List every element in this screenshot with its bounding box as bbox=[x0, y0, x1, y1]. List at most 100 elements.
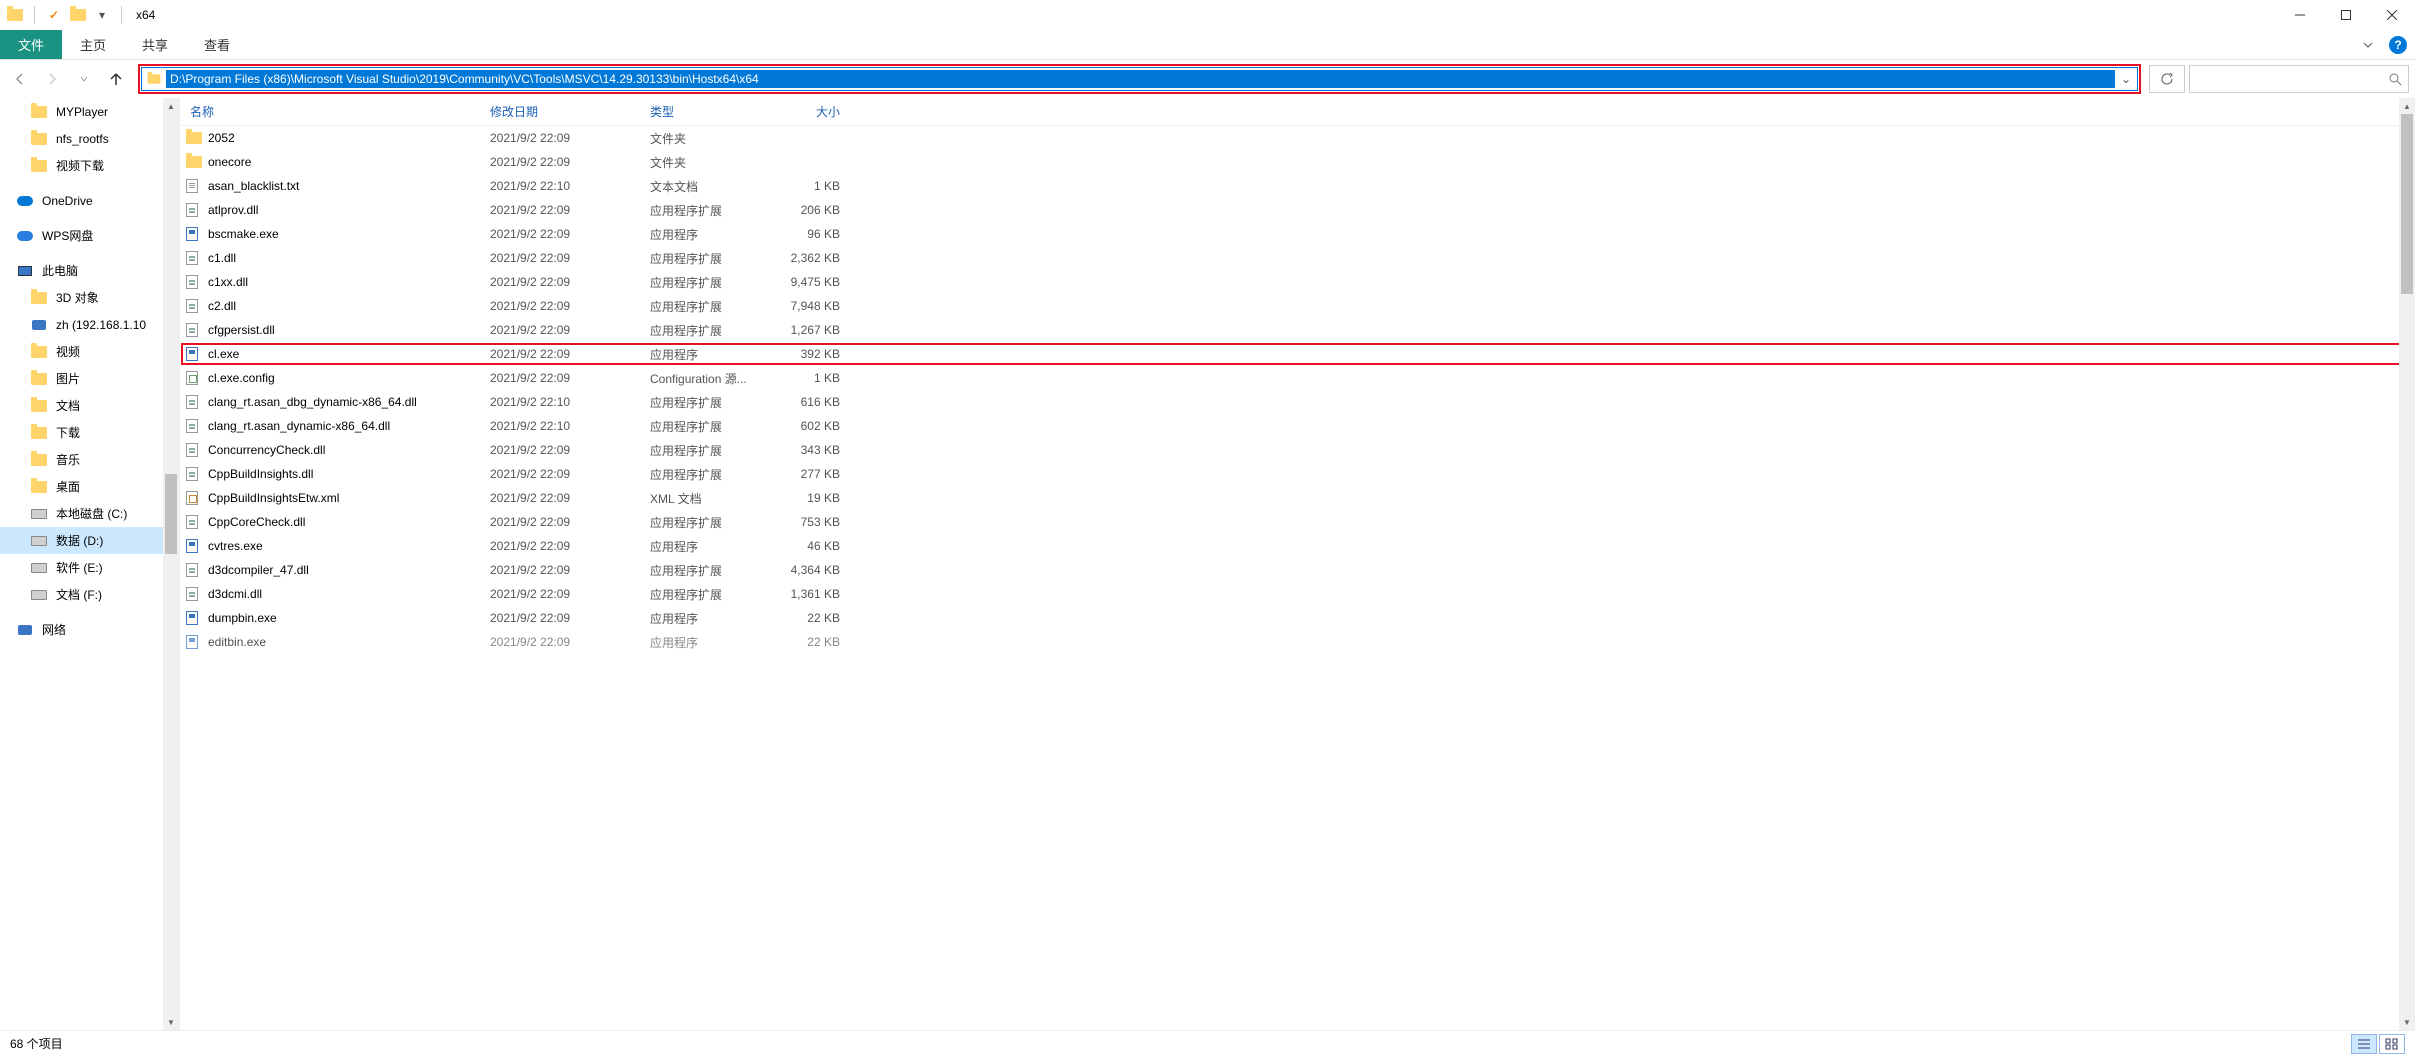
tree-item[interactable]: nfs_rootfs bbox=[0, 125, 179, 152]
tree-label: 图片 bbox=[56, 370, 80, 387]
address-bar[interactable]: D:\Program Files (x86)\Microsoft Visual … bbox=[141, 67, 2138, 91]
file-type: 应用程序扩展 bbox=[640, 418, 780, 435]
col-size[interactable]: 大小 bbox=[780, 103, 860, 120]
maximize-button[interactable] bbox=[2323, 0, 2369, 30]
up-button[interactable] bbox=[102, 65, 130, 93]
tree-scrollbar[interactable]: ▲ ▼ bbox=[163, 98, 179, 1030]
file-type: 文件夹 bbox=[640, 154, 780, 171]
col-name[interactable]: 名称 bbox=[180, 103, 480, 120]
file-row[interactable]: clang_rt.asan_dynamic-x86_64.dll2021/9/2… bbox=[180, 414, 2415, 438]
tree-item[interactable]: 文档 bbox=[0, 392, 179, 419]
file-date: 2021/9/2 22:09 bbox=[480, 323, 640, 337]
file-date: 2021/9/2 22:09 bbox=[480, 275, 640, 289]
search-input[interactable] bbox=[2189, 65, 2409, 93]
xml-icon bbox=[180, 491, 206, 505]
file-type: 应用程序扩展 bbox=[640, 202, 780, 219]
file-tab[interactable]: 文件 bbox=[0, 30, 62, 59]
address-path[interactable]: D:\Program Files (x86)\Microsoft Visual … bbox=[166, 70, 2115, 88]
tab-share[interactable]: 共享 bbox=[124, 30, 186, 59]
file-type: 应用程序扩展 bbox=[640, 442, 780, 459]
window-title: x64 bbox=[132, 8, 155, 22]
help-button[interactable]: ? bbox=[2389, 36, 2407, 54]
address-bar-highlight: D:\Program Files (x86)\Microsoft Visual … bbox=[138, 64, 2141, 94]
file-scrollbar[interactable]: ▲ ▼ bbox=[2399, 98, 2415, 1030]
file-date: 2021/9/2 22:10 bbox=[480, 419, 640, 433]
file-row[interactable]: CppCoreCheck.dll2021/9/2 22:09应用程序扩展753 … bbox=[180, 510, 2415, 534]
tree-item[interactable]: 视频 bbox=[0, 338, 179, 365]
minimize-button[interactable] bbox=[2277, 0, 2323, 30]
scroll-down-icon[interactable]: ▼ bbox=[163, 1014, 179, 1030]
file-row[interactable]: editbin.exe2021/9/2 22:09应用程序22 KB bbox=[180, 630, 2415, 654]
back-button[interactable] bbox=[6, 65, 34, 93]
recent-dropdown[interactable] bbox=[70, 65, 98, 93]
tree-item[interactable]: MYPlayer bbox=[0, 98, 179, 125]
folder-icon bbox=[30, 344, 48, 360]
scroll-thumb[interactable] bbox=[165, 474, 177, 554]
file-row[interactable]: c1.dll2021/9/2 22:09应用程序扩展2,362 KB bbox=[180, 246, 2415, 270]
folder-icon bbox=[30, 104, 48, 120]
file-size: 22 KB bbox=[780, 611, 860, 625]
details-view-button[interactable] bbox=[2351, 1034, 2377, 1054]
tree-label: 本地磁盘 (C:) bbox=[56, 505, 127, 522]
tab-view[interactable]: 查看 bbox=[186, 30, 248, 59]
file-date: 2021/9/2 22:09 bbox=[480, 491, 640, 505]
tree-item[interactable]: 本地磁盘 (C:) bbox=[0, 500, 179, 527]
tree-item[interactable]: 音乐 bbox=[0, 446, 179, 473]
file-row[interactable]: d3dcmi.dll2021/9/2 22:09应用程序扩展1,361 KB bbox=[180, 582, 2415, 606]
file-row[interactable]: onecore2021/9/2 22:09文件夹 bbox=[180, 150, 2415, 174]
scroll-up-icon[interactable]: ▲ bbox=[163, 98, 179, 114]
file-row[interactable]: dumpbin.exe2021/9/2 22:09应用程序22 KB bbox=[180, 606, 2415, 630]
file-size: 1,267 KB bbox=[780, 323, 860, 337]
scroll-thumb[interactable] bbox=[2401, 114, 2413, 294]
file-row[interactable]: clang_rt.asan_dbg_dynamic-x86_64.dll2021… bbox=[180, 390, 2415, 414]
icons-view-button[interactable] bbox=[2379, 1034, 2405, 1054]
onedrive-node[interactable]: OneDrive bbox=[0, 187, 179, 214]
qat-dropdown-icon[interactable]: ▾ bbox=[93, 6, 111, 24]
file-row[interactable]: bscmake.exe2021/9/2 22:09应用程序96 KB bbox=[180, 222, 2415, 246]
file-row[interactable]: atlprov.dll2021/9/2 22:09应用程序扩展206 KB bbox=[180, 198, 2415, 222]
folder-icon bbox=[30, 452, 48, 468]
file-row[interactable]: d3dcompiler_47.dll2021/9/2 22:09应用程序扩展4,… bbox=[180, 558, 2415, 582]
tree-item[interactable]: 3D 对象 bbox=[0, 284, 179, 311]
file-row[interactable]: cl.exe.config2021/9/2 22:09Configuration… bbox=[180, 366, 2415, 390]
tree-item[interactable]: 下载 bbox=[0, 419, 179, 446]
tab-home[interactable]: 主页 bbox=[62, 30, 124, 59]
file-row[interactable]: CppBuildInsightsEtw.xml2021/9/2 22:09XML… bbox=[180, 486, 2415, 510]
file-row[interactable]: cvtres.exe2021/9/2 22:09应用程序46 KB bbox=[180, 534, 2415, 558]
tree-item[interactable]: 数据 (D:) bbox=[0, 527, 179, 554]
forward-button[interactable] bbox=[38, 65, 66, 93]
close-button[interactable] bbox=[2369, 0, 2415, 30]
scroll-up-icon[interactable]: ▲ bbox=[2399, 98, 2415, 114]
refresh-button[interactable] bbox=[2149, 65, 2185, 93]
file-row[interactable]: c1xx.dll2021/9/2 22:09应用程序扩展9,475 KB bbox=[180, 270, 2415, 294]
file-row[interactable]: cfgpersist.dll2021/9/2 22:09应用程序扩展1,267 … bbox=[180, 318, 2415, 342]
file-row[interactable]: asan_blacklist.txt2021/9/2 22:10文本文档1 KB bbox=[180, 174, 2415, 198]
file-row[interactable]: cl.exe2021/9/2 22:09应用程序392 KB bbox=[180, 342, 2415, 366]
scroll-down-icon[interactable]: ▼ bbox=[2399, 1014, 2415, 1030]
column-headers[interactable]: 名称 修改日期 类型 大小 bbox=[180, 98, 2415, 126]
file-row[interactable]: 20522021/9/2 22:09文件夹 bbox=[180, 126, 2415, 150]
col-date[interactable]: 修改日期 bbox=[480, 103, 640, 120]
file-row[interactable]: c2.dll2021/9/2 22:09应用程序扩展7,948 KB bbox=[180, 294, 2415, 318]
file-rows[interactable]: 20522021/9/2 22:09文件夹onecore2021/9/2 22:… bbox=[180, 126, 2415, 1030]
tree-item[interactable]: 图片 bbox=[0, 365, 179, 392]
properties-icon[interactable]: ✓ bbox=[45, 6, 63, 24]
address-dropdown-icon[interactable]: ⌄ bbox=[2115, 72, 2137, 86]
tree-item[interactable]: 视频下载 bbox=[0, 152, 179, 179]
file-name: dumpbin.exe bbox=[206, 611, 480, 625]
tree-item[interactable]: 文档 (F:) bbox=[0, 581, 179, 608]
network-node[interactable]: 网络 bbox=[0, 616, 179, 643]
tree-item[interactable]: zh (192.168.1.10 bbox=[0, 311, 179, 338]
tree-item[interactable]: 软件 (E:) bbox=[0, 554, 179, 581]
folder-icon[interactable] bbox=[69, 6, 87, 24]
file-date: 2021/9/2 22:09 bbox=[480, 299, 640, 313]
wps-node[interactable]: WPS网盘 bbox=[0, 222, 179, 249]
ribbon-expand-button[interactable] bbox=[2353, 30, 2383, 60]
tree-item[interactable]: 桌面 bbox=[0, 473, 179, 500]
col-type[interactable]: 类型 bbox=[640, 103, 780, 120]
dll-icon bbox=[180, 323, 206, 337]
navigation-tree[interactable]: MYPlayernfs_rootfs视频下载 OneDrive WPS网盘 此电… bbox=[0, 98, 180, 1030]
file-row[interactable]: ConcurrencyCheck.dll2021/9/2 22:09应用程序扩展… bbox=[180, 438, 2415, 462]
this-pc-node[interactable]: 此电脑 bbox=[0, 257, 179, 284]
file-row[interactable]: CppBuildInsights.dll2021/9/2 22:09应用程序扩展… bbox=[180, 462, 2415, 486]
